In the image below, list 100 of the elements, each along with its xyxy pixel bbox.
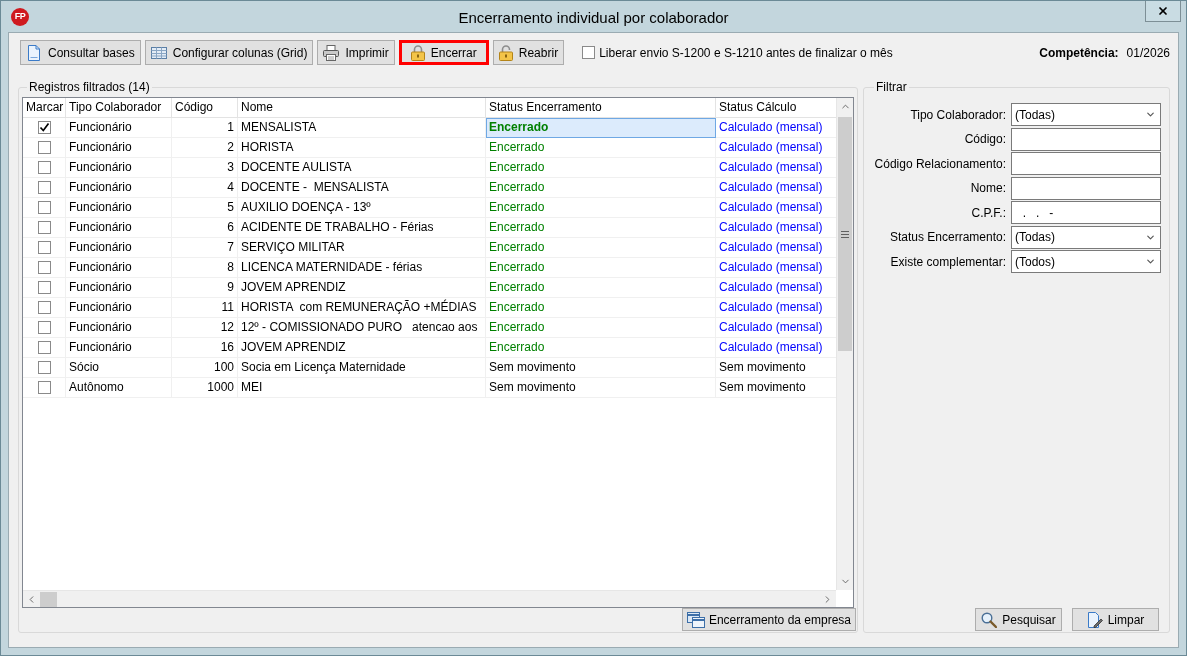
table-icon bbox=[150, 44, 167, 61]
table-cell: HORISTA com REMUNERAÇÃO +MÉDIAS bbox=[238, 298, 486, 318]
clear-button[interactable]: Limpar bbox=[1072, 608, 1159, 631]
table-cell[interactable]: Encerrado bbox=[486, 158, 716, 178]
checkbox[interactable] bbox=[37, 181, 51, 194]
dropdown-field[interactable]: (Todos) bbox=[1011, 250, 1161, 273]
close-button[interactable] bbox=[1145, 1, 1181, 22]
column-header[interactable]: Código bbox=[172, 98, 238, 118]
company-close-button[interactable]: Encerramento da empresa bbox=[681, 608, 856, 631]
print-button[interactable]: Imprimir bbox=[317, 40, 395, 65]
close-icon bbox=[1157, 5, 1169, 17]
table-cell: ACIDENTE DE TRABALHO - Férias bbox=[238, 218, 486, 238]
input-field[interactable] bbox=[1011, 127, 1161, 151]
close-period-button[interactable]: Encerrar bbox=[398, 40, 489, 65]
table-cell: 1000 bbox=[172, 378, 238, 398]
document-pen-icon bbox=[1086, 611, 1103, 628]
table-cell: 16 bbox=[172, 338, 238, 358]
column-header[interactable]: Marcar bbox=[23, 98, 66, 118]
table-cell: Funcionário bbox=[66, 158, 172, 178]
field-label: Status Encerramento: bbox=[888, 229, 1006, 246]
dropdown-field[interactable]: (Todas) bbox=[1011, 103, 1161, 126]
field-label: Existe complementar: bbox=[889, 253, 1006, 271]
field-label: Tipo Colaborador: bbox=[909, 106, 1006, 124]
table-cell: Autônomo bbox=[66, 378, 172, 398]
table-cell[interactable]: Encerrado bbox=[486, 278, 716, 298]
table-cell: Funcionário bbox=[66, 278, 172, 298]
table-cell: Funcionário bbox=[66, 338, 172, 358]
scrollbar-thumb[interactable] bbox=[838, 117, 852, 351]
checkbox[interactable] bbox=[37, 141, 51, 154]
table-cell[interactable]: Encerrado bbox=[486, 118, 716, 138]
document-icon bbox=[26, 44, 42, 61]
table-cell[interactable]: Encerrado bbox=[486, 258, 716, 278]
checkbox[interactable] bbox=[37, 381, 51, 394]
table-cell: Funcionário bbox=[66, 258, 172, 278]
field-label: Nome: bbox=[969, 180, 1006, 197]
table-cell: Funcionário bbox=[66, 198, 172, 218]
table-cell: Funcionário bbox=[66, 138, 172, 158]
table-cell: 12 bbox=[172, 318, 238, 338]
table-cell[interactable]: Encerrado bbox=[486, 198, 716, 218]
table-cell: Funcionário bbox=[66, 118, 172, 138]
table-cell[interactable]: Sem movimento bbox=[486, 378, 716, 398]
search-button[interactable]: Pesquisar bbox=[975, 608, 1062, 631]
table-cell: HORISTA bbox=[238, 138, 486, 158]
field-label: C.P.F.: bbox=[970, 204, 1006, 222]
field-label: Código: bbox=[963, 131, 1006, 148]
table-cell[interactable]: Encerrado bbox=[486, 138, 716, 158]
checkbox[interactable] bbox=[37, 201, 51, 214]
checkbox[interactable] bbox=[37, 121, 51, 134]
scrollbar-thumb[interactable] bbox=[40, 591, 57, 607]
table-cell: DOCENTE - MENSALISTA bbox=[238, 178, 486, 198]
grip-icon bbox=[841, 230, 849, 238]
table-cell[interactable]: Encerrado bbox=[486, 238, 716, 258]
table-cell: Socia em Licença Maternidade bbox=[238, 358, 486, 378]
app-logo: FP bbox=[11, 7, 29, 26]
table-cell: JOVEM APRENDIZ bbox=[238, 278, 486, 298]
reopen-button[interactable]: Reabrir bbox=[492, 40, 565, 65]
checkbox[interactable] bbox=[37, 321, 51, 334]
table-cell: Funcionário bbox=[66, 298, 172, 318]
printer-icon bbox=[323, 44, 340, 61]
table-cell[interactable]: Encerrado bbox=[486, 178, 716, 198]
table-cell[interactable]: Encerrado bbox=[486, 318, 716, 338]
table-cell: AUXILIO DOENÇA - 13º bbox=[238, 198, 486, 218]
checkbox[interactable] bbox=[37, 341, 51, 354]
table-cell: DOCENTE AULISTA bbox=[238, 158, 486, 178]
table-cell[interactable]: Sem movimento bbox=[486, 358, 716, 378]
table-cell: 5 bbox=[172, 198, 238, 218]
table-cell[interactable]: Encerrado bbox=[486, 218, 716, 238]
table-cell: Funcionário bbox=[66, 318, 172, 338]
checkbox[interactable] bbox=[37, 241, 51, 254]
table-cell: 3 bbox=[172, 158, 238, 178]
table-cell: 8 bbox=[172, 258, 238, 278]
table-cell: 11 bbox=[172, 298, 238, 318]
table-cell: 12º - COMISSIONADO PURO atencao aos bbox=[238, 318, 486, 338]
checkbox[interactable] bbox=[37, 301, 51, 314]
consult-button[interactable]: Consultar bases bbox=[20, 40, 141, 65]
checkbox[interactable] bbox=[37, 261, 51, 274]
table-cell[interactable]: Encerrado bbox=[486, 298, 716, 318]
windows-icon bbox=[686, 611, 705, 628]
checkbox[interactable] bbox=[37, 281, 51, 294]
table-cell: 2 bbox=[172, 138, 238, 158]
table-cell: LICENCA MATERNIDADE - férias bbox=[238, 258, 486, 278]
input-field[interactable]: . . - bbox=[1011, 201, 1161, 224]
table-cell: 9 bbox=[172, 278, 238, 298]
dropdown-field[interactable]: (Todas) bbox=[1011, 225, 1161, 249]
checkbox[interactable] bbox=[37, 161, 51, 174]
checkbox[interactable] bbox=[582, 46, 596, 59]
field-label: Código Relacionamento: bbox=[873, 155, 1006, 173]
checkbox[interactable] bbox=[37, 221, 51, 234]
column-header[interactable]: Tipo Colaborador bbox=[66, 98, 172, 118]
search-icon bbox=[981, 611, 998, 628]
column-header[interactable]: Nome bbox=[238, 98, 486, 118]
table-cell: Funcionário bbox=[66, 218, 172, 238]
configure-columns-button[interactable]: Configurar colunas (Grid) bbox=[144, 40, 314, 65]
checkbox[interactable] bbox=[37, 361, 51, 374]
table-cell: 4 bbox=[172, 178, 238, 198]
table-cell: 7 bbox=[172, 238, 238, 258]
input-field[interactable] bbox=[1011, 176, 1161, 200]
table-cell: JOVEM APRENDIZ bbox=[238, 338, 486, 358]
input-field[interactable] bbox=[1011, 152, 1161, 175]
table-cell[interactable]: Encerrado bbox=[486, 338, 716, 358]
